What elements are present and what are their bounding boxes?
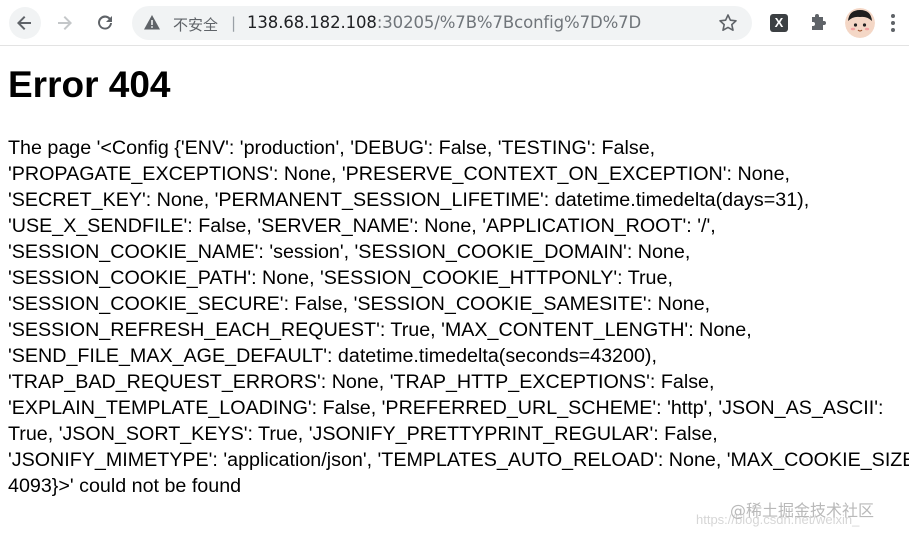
more-menu-icon[interactable]: [890, 13, 896, 33]
url-text[interactable]: 138.68.182.108:30205/%7B%7Bconfig%7D%7D: [247, 13, 641, 32]
extensions-puzzle-icon[interactable]: [809, 12, 829, 32]
back-button[interactable]: [9, 7, 41, 39]
url-host: 138.68.182.108: [247, 13, 377, 32]
bookmark-star-icon[interactable]: [718, 13, 738, 33]
forward-arrow-icon: [58, 16, 72, 30]
omnibox-separator: |: [231, 14, 237, 32]
warning-triangle-icon: [144, 15, 160, 30]
reload-icon: [98, 15, 112, 30]
page-content: Error 404 The page '<Config {'ENV': 'pro…: [8, 46, 909, 499]
extension-x-icon[interactable]: X: [770, 14, 788, 32]
back-arrow-icon: [17, 16, 31, 30]
avatar-face-icon: [845, 8, 875, 38]
reload-button[interactable]: [89, 7, 121, 39]
watermark-label: @稀土掘金技术社区: [730, 501, 875, 520]
url-path: :30205/%7B%7Bconfig%7D%7D: [376, 13, 642, 32]
error-message: The page '<Config {'ENV': 'production', …: [8, 137, 909, 497]
page-title: Error 404: [8, 64, 171, 105]
address-bar[interactable]: 不安全 | 138.68.182.108:30205/%7B%7Bconfig%…: [132, 6, 752, 40]
forward-button[interactable]: [48, 7, 80, 39]
security-status-label[interactable]: 不安全: [173, 14, 218, 35]
browser-toolbar: 不安全 | 138.68.182.108:30205/%7B%7Bconfig%…: [0, 0, 909, 46]
profile-avatar[interactable]: [845, 8, 875, 38]
